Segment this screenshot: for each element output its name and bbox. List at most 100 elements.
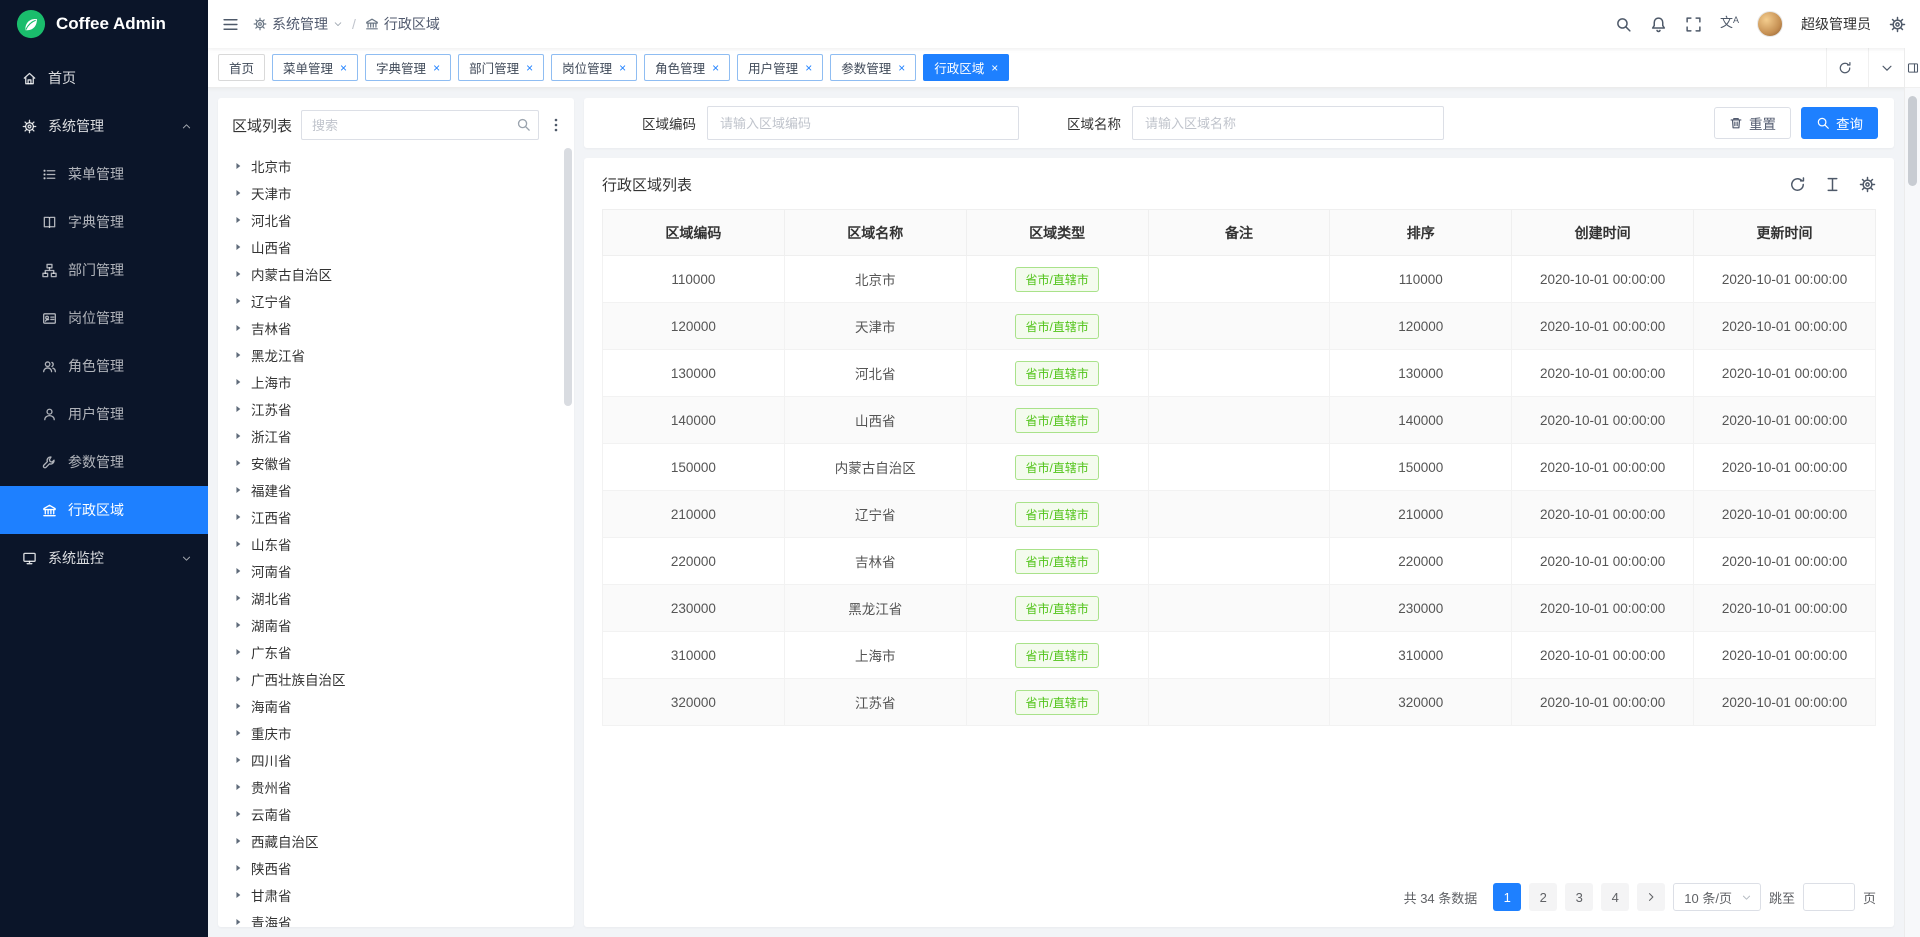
tree-item[interactable]: 海南省 <box>218 692 574 719</box>
translate-icon[interactable]: 文A <box>1720 16 1739 33</box>
page-button-3[interactable]: 3 <box>1565 883 1593 911</box>
window-scrollbar-thumb[interactable] <box>1908 96 1917 186</box>
tab-1[interactable]: 菜单管理× <box>272 54 358 81</box>
ibeam-icon[interactable] <box>1824 176 1841 193</box>
table-row[interactable]: 230000黑龙江省省市/直辖市2300002020-10-01 00:00:0… <box>603 585 1876 632</box>
caret-right-icon[interactable] <box>233 161 243 171</box>
tab-close-icon[interactable]: × <box>619 62 626 74</box>
tree-item[interactable]: 西藏自治区 <box>218 827 574 854</box>
tab-3[interactable]: 部门管理× <box>458 54 544 81</box>
tree-item[interactable]: 安徽省 <box>218 449 574 476</box>
tree-item[interactable]: 陕西省 <box>218 854 574 881</box>
tree-item[interactable]: 福建省 <box>218 476 574 503</box>
gear-icon[interactable] <box>1859 176 1876 193</box>
tree-item[interactable]: 青海省 <box>218 908 574 927</box>
tree-item[interactable]: 河南省 <box>218 557 574 584</box>
tab-7[interactable]: 参数管理× <box>830 54 916 81</box>
caret-right-icon[interactable] <box>233 539 243 549</box>
caret-right-icon[interactable] <box>233 215 243 225</box>
tree-item[interactable]: 吉林省 <box>218 314 574 341</box>
tree-item[interactable]: 重庆市 <box>218 719 574 746</box>
table-row[interactable]: 140000山西省省市/直辖市1400002020-10-01 00:00:00… <box>603 397 1876 444</box>
next-page-button[interactable] <box>1637 883 1665 911</box>
caret-right-icon[interactable] <box>233 809 243 819</box>
tab-close-icon[interactable]: × <box>805 62 812 74</box>
table-row[interactable]: 110000北京市省市/直辖市1100002020-10-01 00:00:00… <box>603 256 1876 303</box>
region-name-input[interactable] <box>1132 106 1444 140</box>
caret-right-icon[interactable] <box>233 782 243 792</box>
page-button-1[interactable]: 1 <box>1493 883 1521 911</box>
tree-item[interactable]: 广东省 <box>218 638 574 665</box>
sidebar-item-system[interactable]: 系统管理 <box>0 102 208 150</box>
caret-right-icon[interactable] <box>233 728 243 738</box>
tree-item[interactable]: 浙江省 <box>218 422 574 449</box>
fullscreen-icon[interactable] <box>1685 16 1702 33</box>
tree-item[interactable]: 河北省 <box>218 206 574 233</box>
tab-close-icon[interactable]: × <box>340 62 347 74</box>
tab-4[interactable]: 岗位管理× <box>551 54 637 81</box>
caret-right-icon[interactable] <box>233 593 243 603</box>
sidebar-item-post[interactable]: 岗位管理 <box>0 294 208 342</box>
sidebar-item-role[interactable]: 角色管理 <box>0 342 208 390</box>
tree-item[interactable]: 甘肃省 <box>218 881 574 908</box>
search-icon[interactable] <box>516 117 531 132</box>
tree-item[interactable]: 江苏省 <box>218 395 574 422</box>
caret-right-icon[interactable] <box>233 377 243 387</box>
tab-close-icon[interactable]: × <box>991 62 998 74</box>
caret-right-icon[interactable] <box>233 188 243 198</box>
caret-right-icon[interactable] <box>233 917 243 927</box>
tab-8[interactable]: 行政区域× <box>923 54 1009 81</box>
caret-right-icon[interactable] <box>233 890 243 900</box>
tab-6[interactable]: 用户管理× <box>737 54 823 81</box>
tree-item[interactable]: 湖南省 <box>218 611 574 638</box>
caret-right-icon[interactable] <box>233 350 243 360</box>
caret-right-icon[interactable] <box>233 404 243 414</box>
bell-icon[interactable] <box>1650 16 1667 33</box>
region-scrollbar-thumb[interactable] <box>564 148 572 406</box>
tree-item[interactable]: 北京市 <box>218 152 574 179</box>
caret-right-icon[interactable] <box>233 863 243 873</box>
sidebar-item-menu[interactable]: 菜单管理 <box>0 150 208 198</box>
sidebar-item-home[interactable]: 首页 <box>0 54 208 102</box>
jump-page-input[interactable] <box>1803 883 1855 911</box>
caret-right-icon[interactable] <box>233 620 243 630</box>
tree-item[interactable]: 内蒙古自治区 <box>218 260 574 287</box>
caret-right-icon[interactable] <box>233 242 243 252</box>
avatar[interactable] <box>1757 11 1783 37</box>
tab-close-icon[interactable]: × <box>712 62 719 74</box>
region-code-input[interactable] <box>707 106 1019 140</box>
tab-5[interactable]: 角色管理× <box>644 54 730 81</box>
table-row[interactable]: 220000吉林省省市/直辖市2200002020-10-01 00:00:00… <box>603 538 1876 585</box>
tab-close-icon[interactable]: × <box>433 62 440 74</box>
tree-item[interactable]: 广西壮族自治区 <box>218 665 574 692</box>
region-scrollbar[interactable] <box>564 148 572 923</box>
tab-0[interactable]: 首页 <box>218 54 265 81</box>
tree-item[interactable]: 黑龙江省 <box>218 341 574 368</box>
table-row[interactable]: 310000上海市省市/直辖市3100002020-10-01 00:00:00… <box>603 632 1876 679</box>
search-icon[interactable] <box>1615 16 1632 33</box>
caret-right-icon[interactable] <box>233 485 243 495</box>
tree-item[interactable]: 云南省 <box>218 800 574 827</box>
sidebar-item-param[interactable]: 参数管理 <box>0 438 208 486</box>
tab-menu-chevron-icon[interactable] <box>1868 48 1904 87</box>
sidebar-item-dept[interactable]: 部门管理 <box>0 246 208 294</box>
panel-toggle-icon[interactable] <box>1905 48 1920 88</box>
table-row[interactable]: 150000内蒙古自治区省市/直辖市1500002020-10-01 00:00… <box>603 444 1876 491</box>
caret-right-icon[interactable] <box>233 674 243 684</box>
tab-2[interactable]: 字典管理× <box>365 54 451 81</box>
caret-right-icon[interactable] <box>233 323 243 333</box>
region-search-input[interactable] <box>301 110 539 140</box>
table-row[interactable]: 320000江苏省省市/直辖市3200002020-10-01 00:00:00… <box>603 679 1876 726</box>
refresh-icon[interactable] <box>1789 176 1806 193</box>
table-row[interactable]: 130000河北省省市/直辖市1300002020-10-01 00:00:00… <box>603 350 1876 397</box>
table-row[interactable]: 120000天津市省市/直辖市1200002020-10-01 00:00:00… <box>603 303 1876 350</box>
tree-item[interactable]: 山西省 <box>218 233 574 260</box>
tree-item[interactable]: 湖北省 <box>218 584 574 611</box>
caret-right-icon[interactable] <box>233 755 243 765</box>
page-button-2[interactable]: 2 <box>1529 883 1557 911</box>
caret-right-icon[interactable] <box>233 269 243 279</box>
collapse-sidebar-icon[interactable] <box>222 16 239 33</box>
tree-item[interactable]: 江西省 <box>218 503 574 530</box>
sidebar-item-user[interactable]: 用户管理 <box>0 390 208 438</box>
tree-item[interactable]: 天津市 <box>218 179 574 206</box>
